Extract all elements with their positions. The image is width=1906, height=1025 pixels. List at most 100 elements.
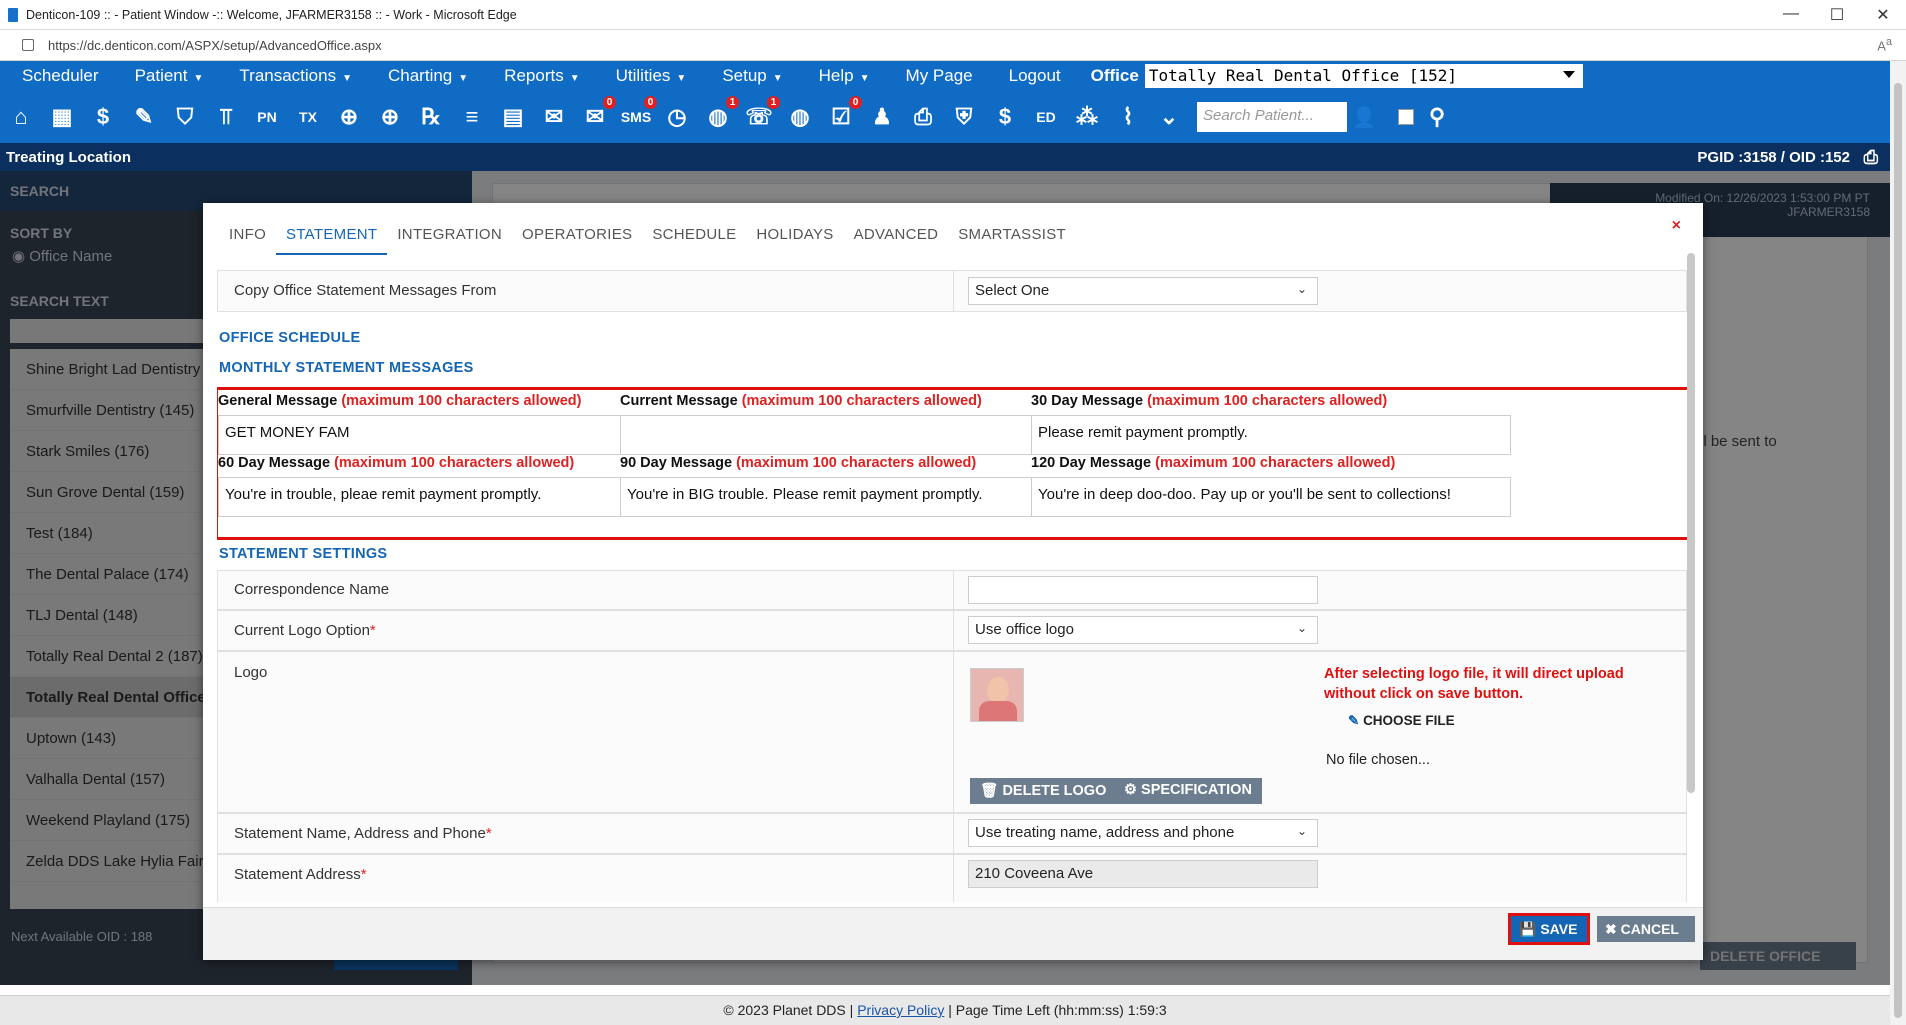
caret-down-icon: ▼	[569, 73, 580, 84]
shield-arrow-icon[interactable]: ⛨	[947, 98, 981, 136]
choose-file-button[interactable]: ✎ CHOOSE FILE	[1348, 714, 1455, 728]
menu-item-label: Help	[818, 66, 854, 85]
menu-item-utilities[interactable]: Utilities ▼	[616, 66, 687, 86]
tab-schedule[interactable]: SCHEDULE	[642, 217, 746, 255]
logo-option-value: Use office logo	[975, 621, 1074, 638]
print-doc-icon[interactable]: ▤	[496, 98, 530, 136]
menu-item-charting[interactable]: Charting ▼	[388, 66, 468, 86]
logo-option-select[interactable]: Use office logo ⌄	[968, 616, 1318, 644]
menu-item-label: Utilities	[615, 66, 671, 85]
tab-statement[interactable]: STATEMENT	[276, 217, 388, 255]
specification-label: SPECIFICATION	[1141, 782, 1252, 798]
people-search-icon[interactable]: ⚲	[1420, 98, 1454, 136]
globe-alert-icon[interactable]: ◍ 1	[701, 96, 739, 136]
cancel-button[interactable]: ✖ CANCEL	[1597, 916, 1695, 942]
message-label: 90 Day Message (maximum 100 characters a…	[620, 455, 1100, 471]
menu-item-setup[interactable]: Setup ▼	[722, 66, 782, 86]
tooth-icon[interactable]: ⛉	[168, 98, 202, 136]
message-label-text: 30 Day Message	[1031, 393, 1144, 409]
clock-icon[interactable]: ◷	[660, 98, 694, 136]
printer-icon[interactable]: ⎙	[906, 98, 940, 136]
dollar-icon[interactable]: $	[86, 98, 120, 136]
logo-option-row: Current Logo Option* Use office logo ⌄	[217, 610, 1687, 651]
privacy-policy-link[interactable]: Privacy Policy	[857, 1002, 944, 1018]
network-icon[interactable]: ⁂	[1070, 98, 1104, 136]
office-schedule-title[interactable]: OFFICE SCHEDULE	[219, 330, 360, 346]
shield-dollar-icon[interactable]: $	[988, 98, 1022, 136]
scrollbar-thumb[interactable]	[1894, 83, 1902, 1018]
home-icon[interactable]: ⌂	[4, 98, 38, 136]
tab-advanced[interactable]: ADVANCED	[844, 217, 949, 255]
calendar-icon[interactable]: ▦	[45, 98, 79, 136]
icon-glyph: ◍	[790, 104, 810, 129]
checklist-icon[interactable]: ☑ 0	[824, 96, 862, 136]
office-select[interactable]: Totally Real Dental Office [152]	[1144, 64, 1583, 88]
sms-icon[interactable]: SMS 0	[619, 96, 657, 136]
address-bar[interactable]: https://dc.denticon.com/ASPX/setup/Advan…	[0, 30, 1906, 61]
message-input-120-day-message[interactable]: You're in deep doo-doo. Pay up or you'll…	[1031, 477, 1511, 517]
read-aloud-icon[interactable]: Aa	[1877, 36, 1892, 53]
message-label-text: General Message	[218, 393, 338, 409]
message-input-current-message[interactable]	[620, 415, 1100, 455]
copy-messages-select[interactable]: Select One ⌄	[968, 277, 1318, 305]
support-icon[interactable]: ☏ 1	[742, 96, 780, 136]
message-cell: 30 Day Message (maximum 100 characters a…	[1031, 393, 1511, 455]
menu-item-my-page[interactable]: My Page	[906, 66, 973, 86]
print-icon[interactable]: ⎙	[1864, 147, 1878, 168]
statement-address-input[interactable]: 210 Coveena Ave	[968, 860, 1318, 888]
correspondence-input[interactable]	[968, 576, 1318, 604]
max-chars-hint: (maximum 100 characters allowed)	[1147, 393, 1388, 409]
save-button[interactable]: 💾 SAVE	[1508, 913, 1590, 945]
close-modal-icon[interactable]: ×	[1672, 217, 1681, 235]
page-scrollbar[interactable]	[1890, 61, 1906, 1025]
web-icon[interactable]: ◍	[783, 98, 817, 136]
notes-icon[interactable]: ≡	[455, 98, 489, 136]
modal-scrollbar[interactable]	[1687, 253, 1695, 793]
menu-item-reports[interactable]: Reports ▼	[504, 66, 579, 86]
add-family-icon[interactable]: ⊕	[373, 98, 407, 136]
tab-integration[interactable]: INTEGRATION	[387, 217, 512, 255]
menu-item-patient[interactable]: Patient ▼	[135, 66, 204, 86]
menu-item-label: Scheduler	[22, 66, 99, 85]
url-text[interactable]: https://dc.denticon.com/ASPX/setup/Advan…	[48, 38, 382, 53]
group-icon[interactable]: ♟	[865, 98, 899, 136]
add-patient-icon[interactable]: ⊕	[332, 98, 366, 136]
tab-smartassist[interactable]: SMARTASSIST	[948, 217, 1076, 255]
message-input-30-day-message[interactable]: Please remit payment promptly.	[1031, 415, 1511, 455]
page-footer: © 2023 Planet DDS | Privacy Policy | Pag…	[0, 995, 1890, 1025]
patient-search-input[interactable]: Search Patient...	[1197, 102, 1347, 132]
edit-list-icon[interactable]: ✎	[127, 98, 161, 136]
copy-messages-row: Copy Office Statement Messages From Sele…	[217, 270, 1687, 312]
maximize-button[interactable]: ☐	[1814, 5, 1860, 25]
toolbar-checkbox[interactable]	[1398, 109, 1414, 125]
message-icon[interactable]: ✉ 0	[578, 96, 616, 136]
mail-icon[interactable]: ✉	[537, 98, 571, 136]
tx-icon[interactable]: TX	[291, 98, 325, 136]
statement-settings-title: STATEMENT SETTINGS	[219, 546, 388, 562]
icon-toolbar: ⌂ ▦ $ ✎ ⛉ ⫪ PN TX ⊕ ⊕ ℞ ≡ ▤ ✉ ✉ 0 SMS 0 ◷ ◍ 1 ☏ 1 ◍ ☑ 0 ♟ ⎙ ⛨ $ ED ⁂ ⌇ ⌄ S…	[0, 91, 1890, 143]
menu-item-logout[interactable]: Logout	[1009, 66, 1061, 86]
message-input-90-day-message[interactable]: You're in BIG trouble. Please remit paym…	[620, 477, 1100, 517]
menu-item-scheduler[interactable]: Scheduler	[22, 66, 99, 86]
ed-icon[interactable]: ED	[1029, 98, 1063, 136]
icon-glyph: $	[998, 104, 1012, 129]
person-icon[interactable]: 👤	[1347, 98, 1381, 136]
menu-item-label: Setup	[722, 66, 767, 85]
rx-icon[interactable]: ℞	[414, 98, 448, 136]
name-address-select[interactable]: Use treating name, address and phone ⌄	[968, 819, 1318, 847]
menu-item-transactions[interactable]: Transactions ▼	[239, 66, 352, 86]
pn-icon[interactable]: PN	[250, 98, 284, 136]
tab-operatories[interactable]: OPERATORIES	[512, 217, 642, 255]
message-label-text: 60 Day Message	[218, 455, 331, 471]
close-window-button[interactable]: ✕	[1860, 5, 1906, 25]
teeth-chart-icon[interactable]: ⫪	[209, 98, 243, 136]
menu-item-help[interactable]: Help ▼	[819, 66, 870, 86]
minimize-button[interactable]: —	[1768, 5, 1814, 25]
tab-holidays[interactable]: HOLIDAYS	[746, 217, 843, 255]
specification-button[interactable]: ⚙ SPECIFICATION	[1114, 778, 1262, 804]
delete-logo-button[interactable]: 🗑 DELETE LOGO	[970, 778, 1117, 804]
tab-info[interactable]: INFO	[219, 217, 276, 255]
chevron-down-shield-icon[interactable]: ⌄	[1152, 98, 1186, 136]
chart-icon[interactable]: ⌇	[1111, 98, 1145, 136]
icon-glyph: ≡	[465, 104, 479, 129]
